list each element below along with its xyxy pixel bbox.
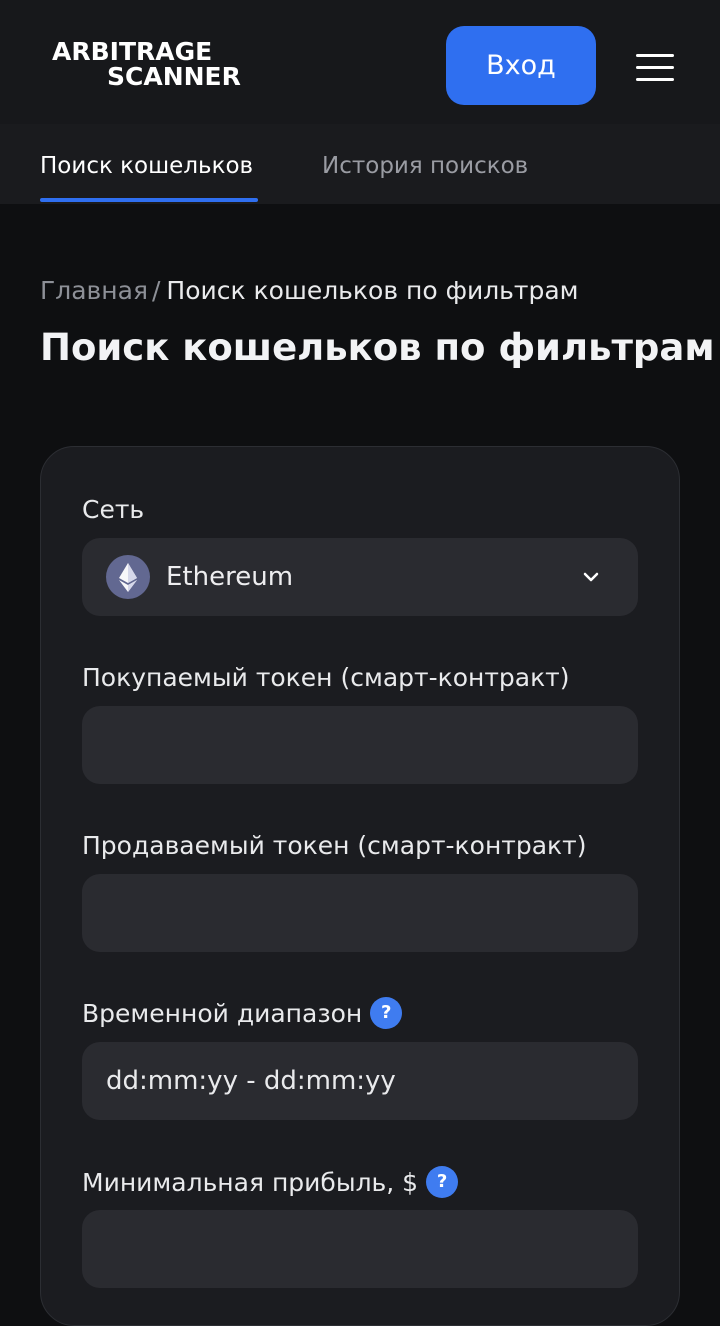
sell-token-input[interactable] (82, 874, 638, 952)
page-title: Поиск кошельков по фильтрам (40, 326, 715, 369)
breadcrumb-separator: / (151, 276, 161, 305)
time-range-label-text: Временной диапазон (82, 999, 363, 1028)
time-range-input[interactable] (82, 1042, 638, 1120)
active-tab-indicator (40, 198, 258, 202)
help-icon[interactable]: ? (370, 997, 403, 1029)
logo-line-2: SCANNER (107, 62, 241, 91)
buy-token-label: Покупаемый токен (смарт-контракт) (82, 663, 570, 692)
buy-token-input[interactable] (82, 706, 638, 784)
network-select[interactable]: Ethereum (82, 538, 638, 616)
tab-wallet-search[interactable]: Поиск кошельков (40, 152, 253, 180)
top-header: ARBITRAGE SCANNER Вход (0, 0, 720, 124)
min-profit-label-text: Минимальная прибыль, $ (82, 1168, 419, 1197)
network-label: Сеть (82, 495, 145, 524)
time-range-label: Временной диапазон? (82, 997, 403, 1031)
min-profit-label: Минимальная прибыль, $? (82, 1166, 459, 1200)
breadcrumb: Главная / Поиск кошельков по фильтрам (40, 275, 579, 307)
login-button[interactable]: Вход (446, 26, 596, 105)
help-icon[interactable]: ? (426, 1166, 459, 1198)
network-selected-value: Ethereum (166, 562, 294, 592)
breadcrumb-current: Поиск кошельков по фильтрам (166, 276, 579, 305)
breadcrumb-home-link[interactable]: Главная (40, 276, 148, 305)
sell-token-label: Продаваемый токен (смарт-контракт) (82, 831, 587, 860)
chevron-down-icon (583, 572, 599, 582)
min-profit-input[interactable] (82, 1210, 638, 1288)
hamburger-menu-icon[interactable] (636, 52, 676, 82)
ethereum-icon (106, 555, 150, 599)
tab-bar: Поиск кошельков История поисков (0, 124, 720, 204)
arbitrage-scanner-logo[interactable]: ARBITRAGE SCANNER (52, 38, 282, 94)
tab-search-history[interactable]: История поисков (322, 152, 528, 180)
